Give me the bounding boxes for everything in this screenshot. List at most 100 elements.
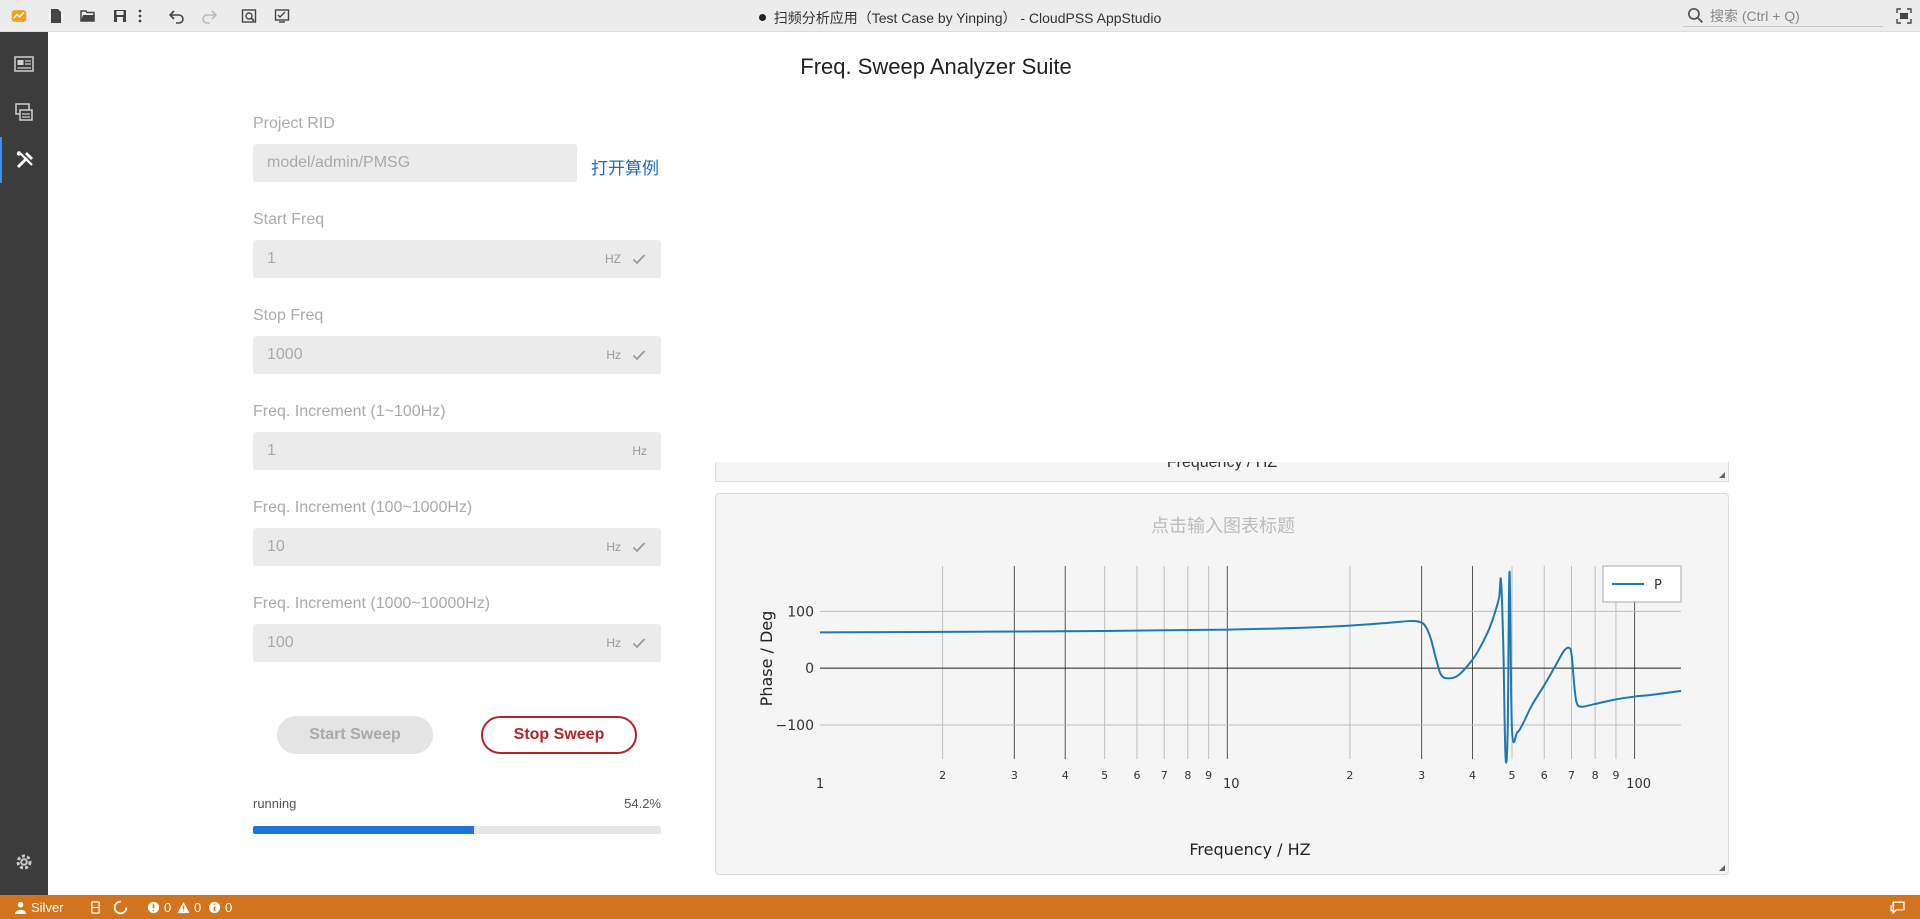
x-tick-label: 6 xyxy=(1541,769,1548,782)
progress-percent: 54.2% xyxy=(624,796,661,811)
x-tick-label: 8 xyxy=(1592,769,1599,782)
feedback-icon[interactable] xyxy=(1890,899,1909,915)
x-tick-label: 100 xyxy=(1626,777,1651,792)
check-icon xyxy=(631,347,647,363)
loading-spinner-icon xyxy=(113,899,132,915)
unsaved-dot-icon xyxy=(758,14,766,21)
components-icon[interactable] xyxy=(0,89,48,135)
freq-increment-1-label: Freq. Increment (1~100Hz) xyxy=(253,403,446,420)
stop-freq-field[interactable]: 1000 Hz xyxy=(253,336,661,374)
x-tick-label: 2 xyxy=(1346,769,1353,782)
freq-increment-1-unit: Hz xyxy=(632,444,647,458)
warning-count-value: 0 xyxy=(194,899,202,915)
start-sweep-button[interactable]: Start Sweep xyxy=(277,716,433,754)
project-rid-field[interactable]: model/admin/PMSG xyxy=(253,144,577,182)
stop-sweep-button[interactable]: Stop Sweep xyxy=(481,716,637,754)
check-icon xyxy=(631,539,647,555)
fullscreen-icon[interactable] xyxy=(1893,5,1915,27)
warning-icon xyxy=(177,901,190,913)
stop-freq-label: Stop Freq xyxy=(253,307,324,324)
x-tick-label: 5 xyxy=(1508,769,1515,782)
freq-increment-2-label: Freq. Increment (100~1000Hz) xyxy=(253,499,473,516)
open-folder-icon[interactable] xyxy=(77,5,99,27)
title-bar: 扫频分析应用（Test Case by Yinping） - CloudPSS … xyxy=(0,0,1920,32)
freq-increment-1-value: 1 xyxy=(267,442,276,459)
save-icon[interactable] xyxy=(109,5,131,27)
progress-bar xyxy=(253,826,661,834)
x-tick-label: 4 xyxy=(1062,769,1069,782)
progress-status: running xyxy=(253,796,297,811)
error-icon xyxy=(147,901,160,913)
info-icon xyxy=(208,901,221,913)
resize-grip-icon[interactable] xyxy=(1719,865,1725,871)
freq-increment-1-field[interactable]: 1 Hz xyxy=(253,432,661,470)
tools-icon[interactable] xyxy=(0,137,48,183)
start-freq-label: Start Freq xyxy=(253,211,325,228)
layout-icon[interactable] xyxy=(0,41,48,87)
warning-count[interactable]: 0 xyxy=(177,899,201,915)
start-freq-value: 1 xyxy=(267,250,276,267)
user-icon xyxy=(14,901,27,914)
x-tick-label: 7 xyxy=(1568,769,1575,782)
series-line-P xyxy=(819,570,1682,764)
x-tick-label: 9 xyxy=(1205,769,1212,782)
y-tick-label: 0 xyxy=(805,661,814,677)
phase-chart: 点击输入图表标题1000−10012 3 4 5 6 7 8 9102 3 4 5 6 7 8 9100Fr… xyxy=(757,516,1682,859)
redo-icon[interactable] xyxy=(198,5,220,27)
preview-icon[interactable] xyxy=(238,5,260,27)
project-rid-value: model/admin/PMSG xyxy=(267,154,411,171)
chart-title: 点击输入图表标题 xyxy=(1151,516,1295,537)
user-indicator[interactable]: Silver xyxy=(14,899,64,915)
x-tick-label: 1 xyxy=(816,777,824,792)
x-tick-label: 10 xyxy=(1223,777,1240,792)
open-case-link[interactable]: 打开算例 xyxy=(591,154,659,179)
error-count[interactable]: 0 xyxy=(147,899,171,915)
y-tick-label: −100 xyxy=(776,718,814,734)
freq-increment-3-field[interactable]: 100 Hz xyxy=(253,624,661,662)
undo-icon[interactable] xyxy=(166,5,188,27)
x-tick-label: 6 xyxy=(1133,769,1140,782)
error-count-value: 0 xyxy=(164,899,172,915)
status-bar: Silver 0 0 0 xyxy=(0,895,1920,919)
magnitude-chart-xlabel: Frequency / HZ xyxy=(1166,462,1278,471)
stop-freq-unit: Hz xyxy=(606,348,621,362)
x-tick-label: 5 xyxy=(1101,769,1108,782)
x-tick-label: 2 xyxy=(939,769,946,782)
new-file-icon[interactable] xyxy=(45,5,67,27)
user-name: Silver xyxy=(31,899,64,915)
resize-grip-icon[interactable] xyxy=(1719,472,1725,478)
freq-increment-2-field[interactable]: 10 Hz xyxy=(253,528,661,566)
y-tick-label: 100 xyxy=(787,604,814,620)
phase-chart-panel[interactable]: 点击输入图表标题 100 0 −100 1 2 3 4 5 6 7 8 9 10 2 3 4 5 6 7 8 9 100 Fr… xyxy=(715,493,1729,875)
freq-increment-3-label: Freq. Increment (1000~10000Hz) xyxy=(253,595,491,612)
start-freq-field[interactable]: 1 HZ xyxy=(253,240,661,278)
app-canvas: Freq. Sweep Analyzer Suite Project RID m… xyxy=(48,32,1920,895)
info-count-value: 0 xyxy=(225,899,233,915)
magnitude-chart-panel[interactable]: Frequency / HZ xyxy=(715,462,1729,482)
x-tick-label: 7 xyxy=(1161,769,1168,782)
x-axis-label: Frequency / HZ xyxy=(1189,840,1310,859)
x-tick-label: 3 xyxy=(1011,769,1018,782)
x-tick-label: 3 xyxy=(1418,769,1425,782)
app-logo-icon[interactable] xyxy=(8,5,30,27)
freq-increment-3-unit: Hz xyxy=(606,636,621,650)
info-count[interactable]: 0 xyxy=(208,899,232,915)
page-title: Freq. Sweep Analyzer Suite xyxy=(800,54,1072,79)
gear-icon[interactable] xyxy=(0,839,48,885)
freq-increment-3-value: 100 xyxy=(267,634,294,651)
legend-label: P xyxy=(1654,578,1662,593)
database-icon[interactable] xyxy=(89,899,106,915)
search-box[interactable] xyxy=(1683,5,1883,27)
project-rid-label: Project RID xyxy=(253,115,335,132)
search-icon xyxy=(1687,7,1704,24)
progress-bar-fill xyxy=(253,826,475,834)
freq-increment-2-value: 10 xyxy=(267,538,285,555)
window-title-text: 扫频分析应用（Test Case by Yinping） - CloudPSS … xyxy=(773,10,1162,26)
x-tick-label: 8 xyxy=(1184,769,1191,782)
check-icon xyxy=(631,251,647,267)
x-tick-label: 9 xyxy=(1612,769,1619,782)
x-tick-label: 4 xyxy=(1469,769,1476,782)
more-icon[interactable] xyxy=(134,5,146,27)
run-icon[interactable] xyxy=(271,5,293,27)
search-input[interactable] xyxy=(1710,7,1875,24)
